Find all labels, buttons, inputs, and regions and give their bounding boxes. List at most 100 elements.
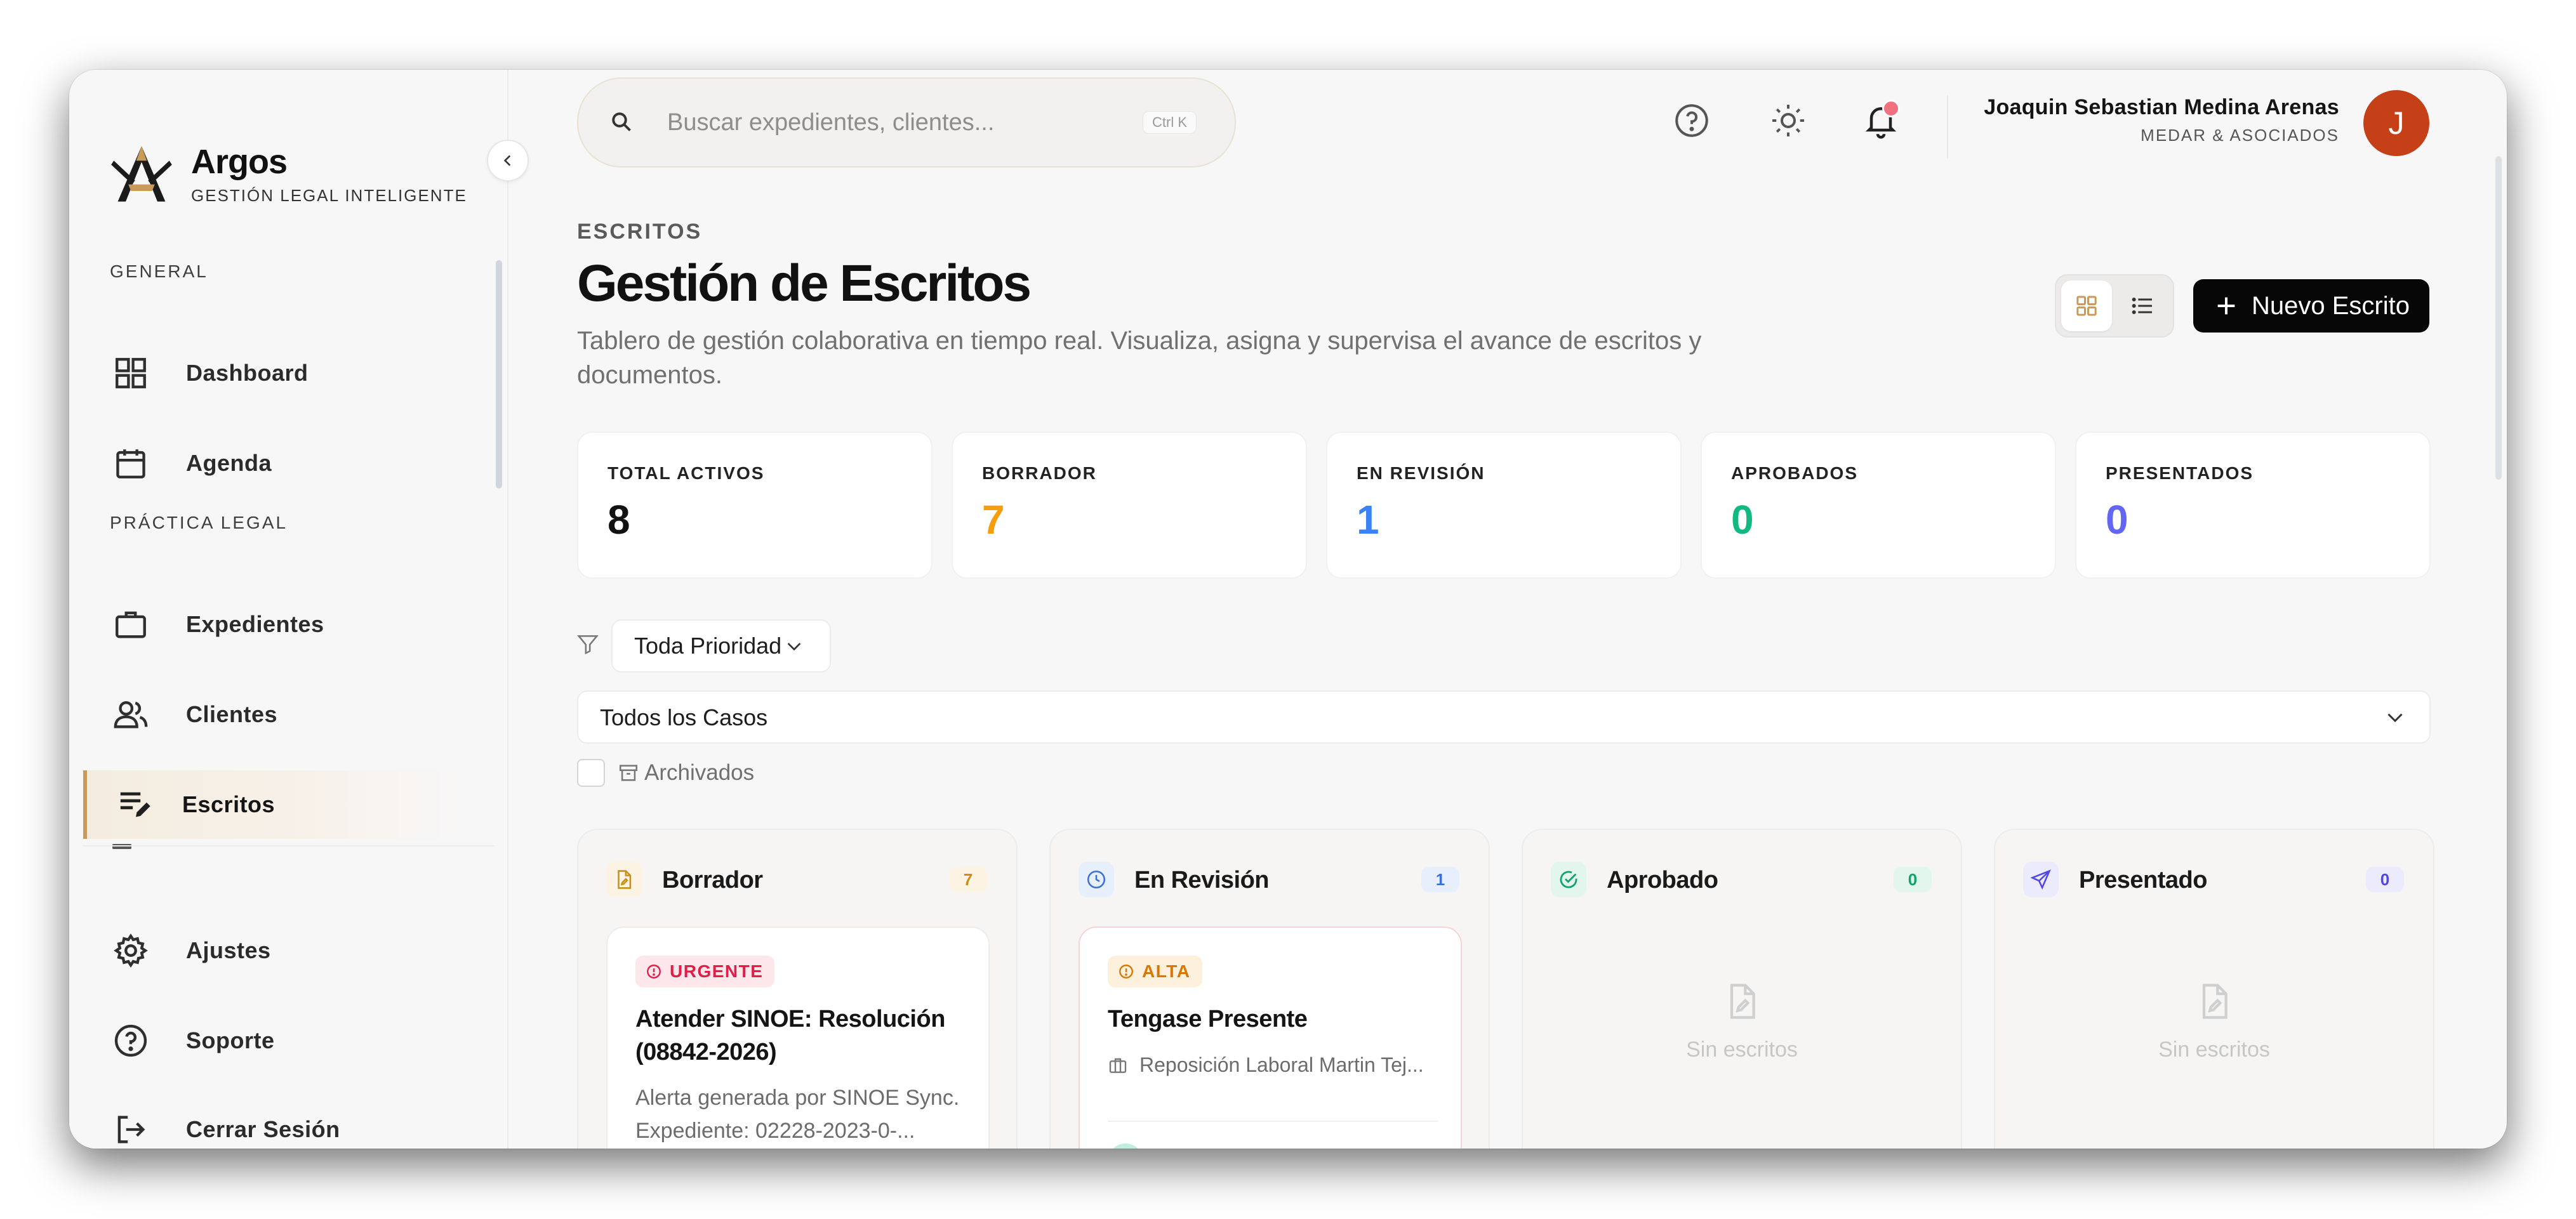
case-filter-select[interactable]: Todos los Casos <box>577 690 2431 744</box>
card-title: Atender SINOE: Resolución (08842-2026) <box>635 1006 945 1065</box>
sidebar-divider <box>83 845 495 847</box>
archived-toggle[interactable]: Archivados <box>577 759 754 787</box>
sidebar-item-soporte[interactable]: Soporte <box>83 1006 451 1075</box>
column-icon-wrap <box>1079 862 1114 897</box>
page-description: Tablero de gestión colaborativa en tiemp… <box>577 327 1702 389</box>
search-shortcut: Ctrl K <box>1143 111 1197 134</box>
empty-document-icon <box>2202 984 2227 1019</box>
grid-view-icon <box>2076 296 2097 316</box>
grid-icon <box>116 358 146 388</box>
column-icon-wrap <box>606 862 642 897</box>
gear-icon <box>114 933 148 968</box>
new-escrito-label: Nuevo Escrito <box>2252 291 2410 320</box>
sidebar-item-ajustes[interactable]: Ajustes <box>83 916 451 985</box>
escrito-card[interactable]: URGENTE Atender SINOE: Resolución (08842… <box>606 926 990 1149</box>
users-icon <box>114 701 148 728</box>
kanban-column-presentado: Presentado 0 Sin escritos <box>1994 829 2434 1149</box>
clock-icon <box>1087 870 1106 889</box>
empty-state-label: Sin escritos <box>1686 1038 1798 1062</box>
column-count: 7 <box>949 867 987 892</box>
column-title: Borrador <box>662 867 763 893</box>
chevron-down-icon <box>787 643 801 651</box>
topbar-separator <box>1947 95 1948 159</box>
sidebar-scrollbar[interactable] <box>496 260 502 489</box>
stat-card-borrador: BORRADOR 7 <box>952 432 1307 579</box>
priority-filter-dropdown[interactable]: Toda Prioridad <box>611 619 831 673</box>
document-edit-icon <box>618 870 632 889</box>
sidebar-item-label: Soporte <box>186 1027 275 1053</box>
column-icon-wrap <box>1551 862 1586 897</box>
stat-value: 1 <box>1357 497 1379 543</box>
sidebar-item-label: Expedientes <box>186 611 324 637</box>
briefcase-icon <box>116 611 146 638</box>
alert-circle-icon <box>647 965 661 978</box>
theme-sun-icon[interactable] <box>1769 102 1807 140</box>
stat-card-aprobados: APROBADOS 0 <box>1701 432 2056 579</box>
brand-tagline: GESTIÓN LEGAL INTELIGENTE <box>191 185 467 205</box>
view-toggle <box>2055 274 2174 338</box>
kanban-column-borrador: Borrador 7 URGENTE Atender SINOE: Resolu… <box>577 829 1018 1149</box>
stat-label: TOTAL ACTIVOS <box>607 463 765 483</box>
priority-filter-value: Toda Prioridad <box>634 633 782 659</box>
logout-icon <box>117 1116 145 1143</box>
priority-badge: URGENTE <box>635 956 775 987</box>
column-header: Aprobado 0 <box>1551 860 1932 899</box>
sidebar: Argos GESTIÓN LEGAL INTELIGENTE GENERAL … <box>69 70 508 1149</box>
escrito-card[interactable]: ALTA Tengase Presente Reposición Laboral… <box>1079 926 1462 1149</box>
kanban-column-en-revision: En Revisión 1 ALTA Tengase Presente Repo… <box>1049 829 1490 1149</box>
kanban-column-aprobado: Aprobado 0 Sin escritos <box>1522 829 1962 1149</box>
main-scrollbar[interactable] <box>2495 156 2502 480</box>
card-divider <box>1108 1121 1438 1122</box>
column-title: Aprobado <box>1607 867 1718 893</box>
archive-box-icon <box>619 765 638 781</box>
stat-value: 7 <box>982 497 1005 543</box>
column-icon-wrap <box>2023 862 2059 897</box>
priority-badge-label: ALTA <box>1142 961 1191 981</box>
help-icon[interactable] <box>1673 102 1711 140</box>
grid-view-button[interactable] <box>2061 280 2112 331</box>
sidebar-item-cerrar-sesion[interactable]: Cerrar Sesión <box>83 1095 451 1149</box>
sidebar-item-dashboard[interactable]: Dashboard <box>83 339 451 407</box>
chevron-left-icon <box>503 155 511 166</box>
list-view-button[interactable] <box>2117 280 2168 331</box>
avatar[interactable]: J <box>2363 90 2429 156</box>
column-count: 0 <box>1894 867 1932 892</box>
stat-label: APROBADOS <box>1731 463 1859 483</box>
column-header: Presentado 0 <box>2023 860 2404 899</box>
sidebar-item-agenda[interactable]: Agenda <box>83 429 451 497</box>
archived-label: Archivados <box>644 760 755 785</box>
stat-value: 8 <box>607 497 630 543</box>
notification-dot <box>1882 100 1900 117</box>
card-title: Tengase Presente <box>1108 1006 1308 1032</box>
brand-name: Argos <box>191 142 288 181</box>
archived-checkbox[interactable] <box>577 759 605 787</box>
search-input[interactable]: Buscar expedientes, clientes... <box>667 109 994 136</box>
brand[interactable]: Argos GESTIÓN LEGAL INTELIGENTE <box>109 141 467 207</box>
priority-badge: ALTA <box>1108 956 1202 987</box>
empty-state: Sin escritos <box>1995 981 2433 1062</box>
stat-card-en-revision: EN REVISIÓN 1 <box>1326 432 1682 579</box>
sidebar-item-escritos[interactable]: Escritos <box>83 770 455 839</box>
sidebar-item-label: Cerrar Sesión <box>186 1116 340 1142</box>
plus-icon <box>2217 297 2235 315</box>
stat-card-total: TOTAL ACTIVOS 8 <box>577 432 933 579</box>
search-bar[interactable]: Buscar expedientes, clientes... Ctrl K <box>577 77 1236 168</box>
collapse-sidebar-button[interactable] <box>487 140 529 181</box>
column-title: Presentado <box>2079 867 2207 893</box>
user-name[interactable]: Joaquin Sebastian Medina Arenas <box>1984 95 2339 120</box>
empty-state: Sin escritos <box>1523 981 1961 1062</box>
briefcase-icon <box>1109 1058 1127 1073</box>
priority-badge-label: URGENTE <box>670 961 764 981</box>
sidebar-item-clientes[interactable]: Clientes <box>83 680 451 749</box>
stat-value: 0 <box>1731 497 1754 543</box>
search-icon <box>612 112 631 131</box>
app-window: Argos GESTIÓN LEGAL INTELIGENTE GENERAL … <box>69 70 2507 1149</box>
stat-value: 0 <box>2106 497 2128 543</box>
case-filter-value: Todos los Casos <box>600 704 768 730</box>
card-case-label: Reposición Laboral Martin Tej... <box>1139 1053 1424 1076</box>
section-label-practica-legal: PRÁCTICA LEGAL <box>110 513 288 532</box>
new-escrito-button[interactable]: Nuevo Escrito <box>2193 279 2429 333</box>
sidebar-item-expedientes[interactable]: Expedientes <box>83 590 451 659</box>
assignee-avatar <box>1108 1143 1143 1149</box>
help-circle-icon <box>114 1024 147 1057</box>
